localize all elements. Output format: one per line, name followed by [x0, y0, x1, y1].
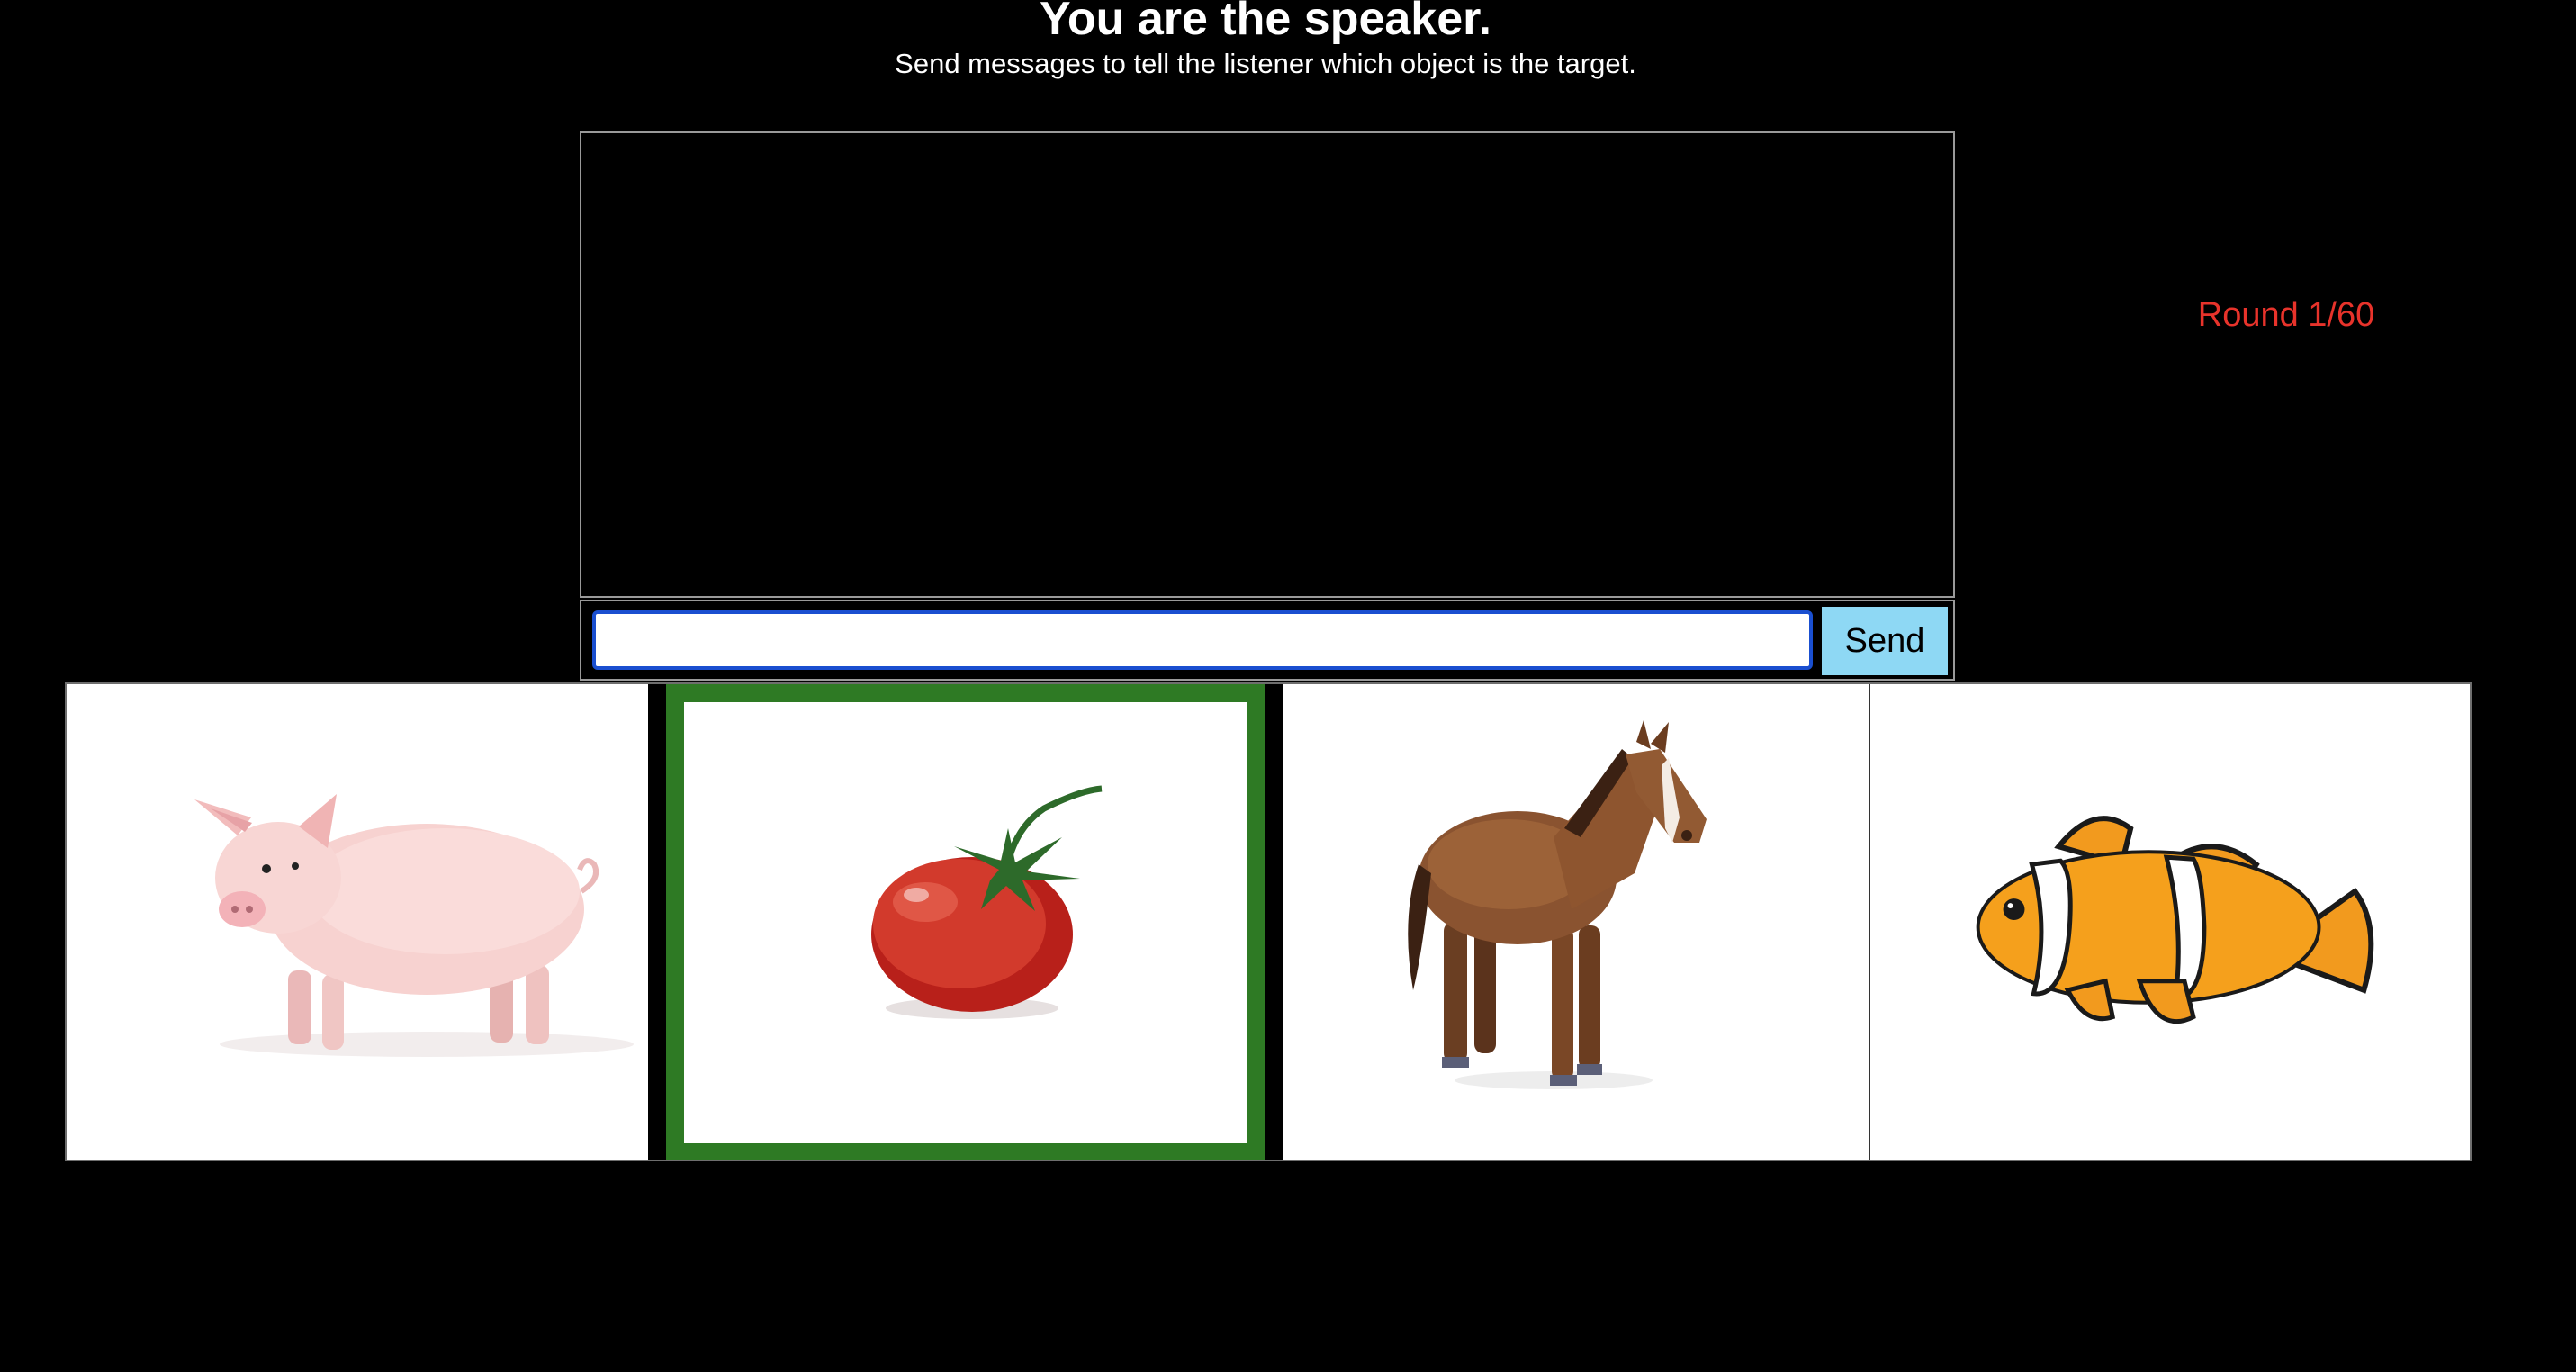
object-cell-clownfish	[1869, 684, 2470, 1160]
clownfish-image	[1976, 816, 2374, 1024]
message-bar: Send	[580, 600, 1955, 681]
object-grid	[65, 682, 2472, 1161]
chat-log	[580, 131, 1955, 598]
page-title: You are the speaker.	[1040, 0, 1491, 45]
object-cell-pig	[67, 684, 648, 1160]
tomato-image-area	[684, 702, 1247, 1143]
tomato-image	[871, 785, 1103, 1019]
send-button[interactable]: Send	[1822, 607, 1948, 675]
object-cell-tomato[interactable]	[648, 684, 1283, 1160]
object-cell-horse	[1283, 684, 1867, 1160]
speaker-page: You are the speaker. Send messages to te…	[0, 0, 2576, 1372]
message-input[interactable]	[592, 610, 1813, 670]
pig-image	[194, 794, 634, 1057]
page-instructions: Send messages to tell the listener which…	[895, 48, 1636, 79]
round-counter: Round 1/60	[2197, 296, 2375, 334]
horse-image	[1408, 720, 1707, 1089]
